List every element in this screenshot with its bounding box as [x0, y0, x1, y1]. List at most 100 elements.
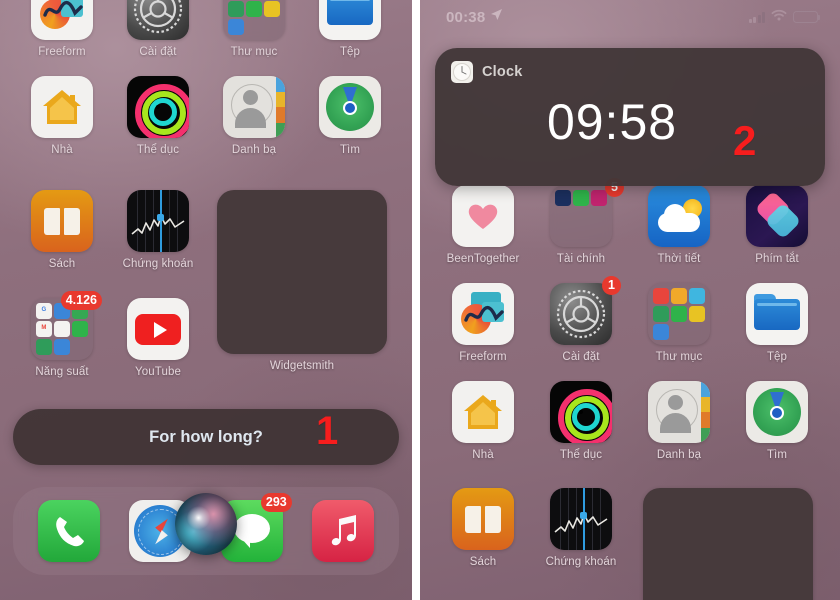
- icon-wrap[interactable]: [648, 381, 710, 443]
- siri-prompt-banner[interactable]: For how long?: [13, 409, 399, 465]
- app-cell-home[interactable]: Nhà: [14, 76, 110, 156]
- app-label: Tìm: [766, 449, 788, 461]
- dock-item-music[interactable]: [312, 500, 375, 562]
- youtube-play-icon[interactable]: [127, 298, 189, 360]
- icon-wrap[interactable]: 1: [127, 0, 189, 40]
- icon-wrap[interactable]: [452, 488, 514, 550]
- folder-stack-icon[interactable]: [648, 283, 710, 345]
- clock-widget-time: 09:58: [546, 94, 678, 150]
- home-house-icon[interactable]: [31, 76, 93, 138]
- badge: 293: [260, 493, 292, 512]
- app-label: Thư mục: [655, 351, 703, 363]
- app-cell-youtube[interactable]: YouTube: [110, 298, 206, 378]
- icon-wrap[interactable]: [452, 185, 514, 247]
- app-cell-settings[interactable]: 1 Cài đặt: [532, 276, 630, 363]
- app-cell-beentogether[interactable]: BeenTogether: [434, 185, 532, 265]
- settings-gear-icon[interactable]: [127, 0, 189, 40]
- contacts-person-icon[interactable]: [223, 76, 285, 138]
- app-cell-files[interactable]: Tệp: [728, 283, 826, 363]
- stocks-chart-icon[interactable]: [127, 190, 189, 252]
- icon-wrap[interactable]: [127, 190, 189, 252]
- icon-wrap[interactable]: [648, 283, 710, 345]
- icon-wrap[interactable]: [127, 298, 189, 360]
- icon-wrap[interactable]: [746, 381, 808, 443]
- app-cell-files[interactable]: Tệp: [302, 0, 398, 58]
- widgetsmith-widget[interactable]: [630, 488, 826, 600]
- icon-wrap[interactable]: [746, 185, 808, 247]
- icon-wrap[interactable]: [223, 76, 285, 138]
- icon-wrap[interactable]: 1: [550, 276, 621, 345]
- app-label: Cài đặt: [562, 351, 600, 363]
- music-note-icon[interactable]: [312, 500, 375, 562]
- icon-wrap[interactable]: [452, 381, 514, 443]
- app-label: Thời tiết: [657, 253, 701, 265]
- books-open-icon[interactable]: [452, 488, 514, 550]
- icon-wrap[interactable]: G M 4.126: [31, 291, 102, 360]
- finance-folder-icon[interactable]: [550, 185, 612, 247]
- shortcuts-diamond-icon[interactable]: [746, 185, 808, 247]
- widget-placeholder[interactable]: [643, 488, 813, 600]
- fitness-rings-icon[interactable]: [127, 76, 189, 138]
- app-cell-productivity[interactable]: G M 4.126 Năng suất: [14, 291, 110, 378]
- app-label: Danh bạ: [231, 144, 277, 156]
- icon-wrap[interactable]: [452, 283, 514, 345]
- app-cell-contacts[interactable]: Danh bạ: [630, 381, 728, 461]
- stocks-chart-icon[interactable]: [550, 488, 612, 550]
- dock-item-phone[interactable]: [37, 500, 100, 562]
- app-cell-shortcuts[interactable]: Phím tắt: [728, 185, 826, 265]
- status-bar-right: [748, 8, 821, 26]
- app-label: Tệp: [766, 351, 788, 363]
- icon-wrap[interactable]: [319, 0, 381, 40]
- find-my-radar-icon[interactable]: [319, 76, 381, 138]
- app-cell-fitness[interactable]: Thể dục: [532, 381, 630, 461]
- app-cell-books[interactable]: Sách: [434, 488, 532, 600]
- icon-wrap[interactable]: [319, 76, 381, 138]
- app-cell-folder[interactable]: Thư mục: [206, 0, 302, 58]
- fitness-rings-icon[interactable]: [550, 381, 612, 443]
- icon-wrap[interactable]: 5: [550, 178, 624, 247]
- settings-gear-icon[interactable]: [550, 283, 612, 345]
- app-cell-finance[interactable]: 5 Tài chính: [532, 178, 630, 265]
- app-cell-stocks[interactable]: Chứng khoán: [532, 488, 630, 600]
- heart-icon[interactable]: [452, 185, 514, 247]
- app-label: Nhà: [51, 144, 73, 156]
- app-cell-fitness[interactable]: Thể dục: [110, 76, 206, 156]
- app-cell-weather[interactable]: Thời tiết: [630, 185, 728, 265]
- left-phone-screenshot: Freeform 1: [0, 0, 412, 600]
- freeform-icon[interactable]: [31, 0, 93, 40]
- icon-wrap[interactable]: [648, 185, 710, 247]
- freeform-icon[interactable]: [452, 283, 514, 345]
- find-my-radar-icon[interactable]: [746, 381, 808, 443]
- books-open-icon[interactable]: [31, 190, 93, 252]
- phone-handset-icon[interactable]: [37, 500, 100, 562]
- icon-wrap[interactable]: [550, 488, 612, 550]
- app-cell-contacts[interactable]: Danh bạ: [206, 76, 302, 156]
- app-label: Tìm: [339, 144, 361, 156]
- clock-timer-widget[interactable]: Clock 09:58: [435, 48, 825, 186]
- app-label: Freeform: [459, 351, 507, 363]
- folder-stack-icon[interactable]: [223, 0, 285, 40]
- files-folder-icon[interactable]: [746, 283, 808, 345]
- app-cell-findmy[interactable]: Tìm: [302, 76, 398, 156]
- contacts-person-icon[interactable]: [648, 381, 710, 443]
- files-folder-icon[interactable]: [319, 0, 381, 40]
- app-cell-folder[interactable]: Thư mục: [630, 283, 728, 363]
- app-cell-settings[interactable]: 1 Cài đặt: [110, 0, 206, 58]
- weather-cloud-sun-icon[interactable]: [648, 185, 710, 247]
- app-cell-freeform[interactable]: Freeform: [434, 283, 532, 363]
- icon-wrap[interactable]: [223, 0, 285, 40]
- app-cell-findmy[interactable]: Tìm: [728, 381, 826, 461]
- app-cell-freeform[interactable]: Freeform: [14, 0, 110, 58]
- icon-wrap[interactable]: [127, 76, 189, 138]
- icon-wrap[interactable]: [31, 190, 93, 252]
- icon-wrap[interactable]: [31, 76, 93, 138]
- home-house-icon[interactable]: [452, 381, 514, 443]
- icon-wrap[interactable]: [550, 381, 612, 443]
- icon-wrap[interactable]: [31, 0, 93, 40]
- right-home-grid-row-4: Sách Chứng khoán: [420, 488, 840, 600]
- app-label: Sách: [469, 556, 497, 568]
- app-cell-home[interactable]: Nhà: [434, 381, 532, 461]
- siri-orb[interactable]: [175, 493, 237, 555]
- icon-wrap[interactable]: [746, 283, 808, 345]
- status-bar: 00:38: [420, 0, 840, 34]
